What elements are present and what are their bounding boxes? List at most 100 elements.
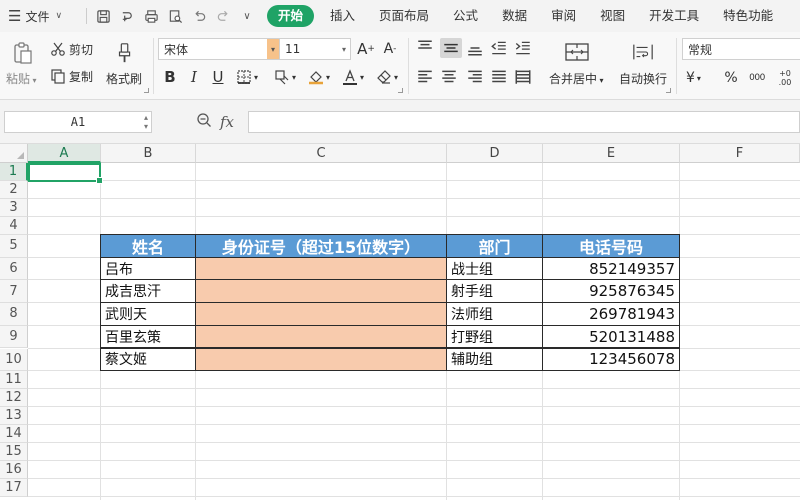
row-header-2[interactable]: 2	[0, 181, 28, 199]
cut-button[interactable]: 剪切	[50, 39, 93, 59]
align-left-button[interactable]	[416, 68, 434, 86]
decimal-button[interactable]: +0 .00	[772, 66, 798, 90]
row-header-1[interactable]: 1	[0, 163, 28, 181]
print-icon[interactable]	[139, 4, 163, 28]
align-bottom-button[interactable]	[466, 39, 484, 57]
borders-button[interactable]: ▾	[232, 67, 262, 87]
insert-function-icon[interactable]: fx	[220, 113, 234, 131]
bold-button[interactable]: B	[160, 66, 180, 88]
column-header-c[interactable]: C	[196, 144, 447, 163]
table-header-cell[interactable]: 电话号码	[542, 234, 680, 258]
distributed-align-button[interactable]	[514, 68, 532, 86]
table-cell-dept[interactable]: 打野组	[446, 324, 543, 349]
select-all-corner[interactable]	[0, 144, 28, 163]
table-cell-phone[interactable]: 269781943	[542, 302, 680, 326]
tab-page-layout[interactable]: 页面布局	[367, 0, 441, 32]
paste-label[interactable]: 粘贴 ▾	[6, 70, 37, 87]
cell-style-button[interactable]: ▾	[270, 67, 300, 87]
row-header-11[interactable]: 11	[0, 371, 28, 390]
tab-formulas[interactable]: 公式	[441, 0, 490, 32]
table-cell-phone[interactable]: 852149357	[542, 256, 680, 281]
tab-home[interactable]: 开始	[267, 5, 315, 27]
font-name-select[interactable]: 宋体 ▾	[158, 38, 280, 60]
clear-button[interactable]: ▾	[372, 67, 402, 87]
merge-center-button[interactable]	[564, 40, 590, 64]
active-cell-selection[interactable]	[28, 163, 103, 184]
column-header-a[interactable]: A	[28, 144, 101, 163]
row-header-12[interactable]: 12	[0, 389, 28, 408]
tab-special-features[interactable]: 特色功能	[711, 0, 785, 32]
font-size-select[interactable]: 11 ▾	[279, 38, 351, 60]
clipboard-dialog-launcher[interactable]	[144, 88, 149, 93]
increase-indent-button[interactable]	[514, 39, 532, 57]
row-header-14[interactable]: 14	[0, 425, 28, 444]
table-header-cell[interactable]: 部门	[446, 234, 543, 258]
copy-button[interactable]: 复制	[50, 66, 93, 86]
row-header-7[interactable]: 7	[0, 280, 28, 304]
tab-review[interactable]: 审阅	[539, 0, 588, 32]
row-header-8[interactable]: 8	[0, 303, 28, 326]
currency-button[interactable]: ¥ ▾	[686, 68, 701, 88]
align-middle-button[interactable]	[440, 38, 462, 58]
table-cell-name[interactable]: 武则天	[100, 302, 196, 326]
table-cell-phone[interactable]: 520131488	[542, 324, 680, 349]
table-cell-id[interactable]	[195, 302, 447, 326]
customize-toolbar-icon[interactable]: ∨	[235, 4, 259, 28]
font-color-button[interactable]: ▾	[338, 67, 368, 87]
column-header-e[interactable]: E	[543, 144, 680, 163]
merge-center-label[interactable]: 合并居中 ▾	[549, 70, 604, 87]
align-right-button[interactable]	[466, 68, 484, 86]
table-cell-name[interactable]: 百里玄策	[100, 324, 196, 349]
italic-button[interactable]: I	[184, 66, 204, 88]
output-icon[interactable]	[115, 4, 139, 28]
row-header-9[interactable]: 9	[0, 325, 28, 349]
table-cell-name[interactable]: 吕布	[100, 256, 196, 281]
percent-button[interactable]: %	[722, 68, 740, 88]
table-cell-dept[interactable]: 射手组	[446, 279, 543, 304]
row-header-16[interactable]: 16	[0, 461, 28, 480]
row-header-13[interactable]: 13	[0, 407, 28, 426]
column-header-f[interactable]: F	[680, 144, 800, 163]
decrease-indent-button[interactable]	[490, 39, 508, 57]
redo-icon[interactable]	[211, 4, 235, 28]
decrease-font-size-button[interactable]: A-	[380, 39, 400, 59]
table-cell-dept[interactable]: 法师组	[446, 302, 543, 326]
wrap-text-label[interactable]: 自动换行	[619, 70, 667, 87]
row-header-15[interactable]: 15	[0, 443, 28, 462]
font-dialog-launcher[interactable]	[398, 88, 403, 93]
print-preview-icon[interactable]	[163, 4, 187, 28]
column-header-b[interactable]: B	[101, 144, 196, 163]
table-cell-id[interactable]	[195, 256, 447, 281]
table-header-cell[interactable]: 身份证号（超过15位数字）	[195, 234, 447, 258]
number-format-select[interactable]: 常规	[682, 38, 800, 60]
save-icon[interactable]	[91, 4, 115, 28]
tab-insert[interactable]: 插入	[318, 0, 367, 32]
alignment-dialog-launcher[interactable]	[666, 88, 671, 93]
tab-developer[interactable]: 开发工具	[637, 0, 711, 32]
table-cell-name[interactable]: 成吉思汗	[100, 279, 196, 304]
tab-data[interactable]: 数据	[490, 0, 539, 32]
table-cell-id[interactable]	[195, 324, 447, 349]
row-header-5[interactable]: 5	[0, 235, 28, 258]
zoom-formula-icon[interactable]	[196, 112, 212, 132]
undo-icon[interactable]	[187, 4, 211, 28]
justify-button[interactable]	[490, 68, 508, 86]
format-painter-label[interactable]: 格式刷	[106, 70, 142, 87]
underline-button[interactable]: U	[208, 66, 228, 88]
align-center-button[interactable]	[440, 68, 458, 86]
name-box[interactable]: A1 ▴ ▾	[4, 111, 152, 133]
row-header-4[interactable]: 4	[0, 217, 28, 235]
tab-view[interactable]: 视图	[588, 0, 637, 32]
file-menu[interactable]: ☰ 文件 ∨	[0, 0, 82, 32]
increase-font-size-button[interactable]: A +	[356, 39, 376, 59]
table-cell-name[interactable]: 蔡文姬	[100, 347, 196, 372]
row-header-10[interactable]: 10	[0, 348, 28, 372]
wrap-text-button[interactable]	[630, 40, 656, 64]
column-header-d[interactable]: D	[447, 144, 543, 163]
thousands-separator-button[interactable]: 000	[746, 68, 768, 88]
table-cell-phone[interactable]: 123456078	[542, 347, 680, 372]
table-cell-id[interactable]	[195, 279, 447, 304]
fill-color-button[interactable]: ▾	[304, 67, 334, 87]
table-cell-dept[interactable]: 战士组	[446, 256, 543, 281]
table-cell-dept[interactable]: 辅助组	[446, 347, 543, 372]
